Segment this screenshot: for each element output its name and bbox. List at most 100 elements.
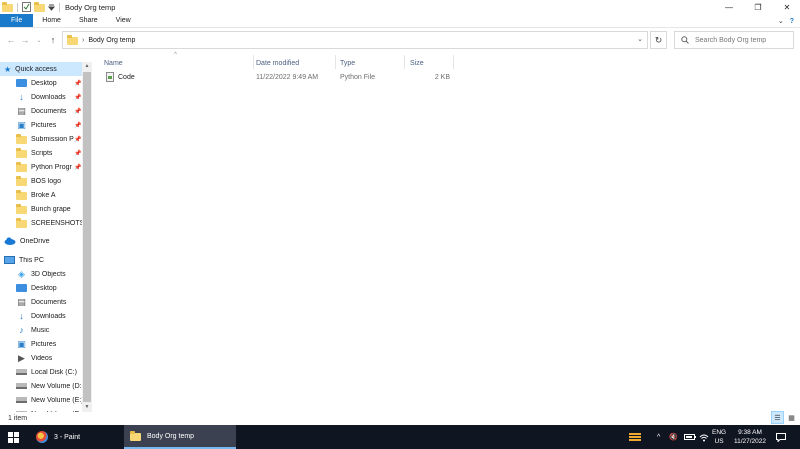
- column-separator[interactable]: [453, 55, 454, 69]
- expand-ribbon-icon[interactable]: ⌄: [778, 17, 784, 25]
- drive-icon: [16, 383, 27, 389]
- paint-icon: [36, 431, 48, 443]
- tab-share[interactable]: Share: [70, 14, 107, 27]
- breadcrumb-separator[interactable]: ›: [82, 37, 84, 44]
- sidebar-item-python-progr[interactable]: Python Progr 📌: [0, 160, 82, 174]
- file-type-cell: Python File: [340, 73, 376, 81]
- sidebar-item-onedrive[interactable]: OneDrive: [0, 234, 82, 248]
- sidebar-item-music[interactable]: ♪ Music: [0, 323, 82, 337]
- weather-icon[interactable]: [628, 425, 642, 449]
- sidebar-item-videos[interactable]: ▶ Videos: [0, 351, 82, 365]
- folder-icon: [16, 218, 27, 228]
- refresh-icon: ↻: [654, 34, 663, 45]
- up-arrow-icon[interactable]: ↑: [46, 30, 60, 50]
- pin-icon: 📌: [74, 94, 82, 101]
- column-header-size[interactable]: Size: [410, 55, 424, 71]
- address-bar[interactable]: › Body Org temp ⌄: [62, 31, 648, 49]
- details-view-button[interactable]: ☰: [771, 411, 784, 424]
- pin-icon: 📌: [74, 150, 82, 157]
- tab-file[interactable]: File: [0, 14, 34, 27]
- drive-icon: [16, 369, 27, 375]
- sidebar-item-new-volume-d[interactable]: New Volume (D:: [0, 379, 82, 393]
- folder-icon: [16, 134, 27, 144]
- navigation-pane: ★ Quick access Desktop 📌 ↓ Downloads 📌 ▤ Docum…: [0, 60, 92, 412]
- chevron-down-icon[interactable]: ⌄: [637, 35, 643, 43]
- scroll-down-arrow-icon[interactable]: ▼: [82, 403, 92, 412]
- sidebar-item-pictures[interactable]: ▣ Pictures 📌: [0, 118, 82, 132]
- search-placeholder: Search Body Org temp: [695, 36, 767, 44]
- input-language-indicator[interactable]: ENG US: [712, 428, 726, 446]
- file-date-cell: 11/22/2022 9:49 AM: [256, 73, 319, 81]
- table-row[interactable]: Code 11/22/2022 9:49 AM Python File 2 KB: [104, 70, 464, 84]
- sidebar-item-submission-p[interactable]: Submission P 📌: [0, 132, 82, 146]
- recent-locations-icon[interactable]: ⌄: [32, 30, 46, 50]
- tab-home[interactable]: Home: [33, 14, 70, 27]
- scroll-up-arrow-icon[interactable]: ▲: [82, 62, 92, 71]
- sidebar-item-scripts[interactable]: Scripts 📌: [0, 146, 82, 160]
- folder-icon: [16, 204, 27, 214]
- wifi-icon[interactable]: [699, 425, 709, 449]
- customize-toolbar-icon[interactable]: [48, 3, 55, 11]
- sort-ascending-icon: ^: [174, 52, 177, 58]
- folder-icon: [67, 35, 78, 45]
- new-folder-icon[interactable]: [34, 2, 45, 12]
- pin-icon: 📌: [74, 164, 82, 171]
- document-icon: ▤: [17, 105, 26, 116]
- sidebar-item-bos-logo[interactable]: BOS logo: [0, 174, 82, 188]
- back-arrow-icon[interactable]: ←: [4, 30, 18, 50]
- maximize-button[interactable]: ❐: [745, 0, 771, 14]
- ribbon-controls: ⌄ ?: [778, 14, 794, 28]
- sidebar-item-this-pc[interactable]: This PC: [0, 253, 82, 267]
- taskbar-item-explorer[interactable]: Body Org temp: [124, 425, 236, 449]
- desktop-icon: [16, 284, 27, 292]
- column-separator[interactable]: [253, 55, 254, 69]
- column-separator[interactable]: [335, 55, 336, 69]
- sidebar-item-desktop[interactable]: Desktop: [0, 281, 82, 295]
- file-list: ^ Name Date modified Type Size Code 11/2…: [96, 52, 800, 412]
- navigation-scrollbar[interactable]: ▲ ▼: [82, 62, 92, 412]
- quick-access-toolbar: [0, 0, 61, 14]
- system-clock[interactable]: 9:38 AM 11/27/2022: [728, 428, 772, 446]
- sidebar-item-documents[interactable]: ▤ Documents: [0, 295, 82, 309]
- details-view-icon: ☰: [774, 414, 781, 422]
- windows-start-icon[interactable]: [8, 432, 19, 443]
- column-separator[interactable]: [404, 55, 405, 69]
- sidebar-item-downloads[interactable]: ↓ Downloads: [0, 309, 82, 323]
- sidebar-item-local-disk-c[interactable]: Local Disk (C:): [0, 365, 82, 379]
- large-icons-view-button[interactable]: ▦: [785, 411, 798, 424]
- search-input[interactable]: Search Body Org temp: [674, 31, 794, 49]
- refresh-button[interactable]: ↻: [650, 31, 667, 49]
- computer-icon: [4, 256, 15, 264]
- download-icon: ↓: [19, 92, 24, 102]
- sidebar-item-new-volume-e[interactable]: New Volume (E:): [0, 393, 82, 407]
- drive-icon: [16, 397, 27, 403]
- sidebar-item-downloads[interactable]: ↓ Downloads 📌: [0, 90, 82, 104]
- scrollbar-thumb[interactable]: [83, 72, 91, 402]
- show-hidden-icons-icon[interactable]: ^: [657, 425, 660, 449]
- tab-view[interactable]: View: [107, 14, 140, 27]
- sidebar-item-quick-access[interactable]: ★ Quick access: [0, 62, 82, 76]
- help-icon[interactable]: ?: [790, 18, 794, 25]
- sidebar-item-3d-objects[interactable]: ◈ 3D Objects: [0, 267, 82, 281]
- notifications-icon[interactable]: [776, 425, 786, 449]
- sidebar-item-desktop[interactable]: Desktop 📌: [0, 76, 82, 90]
- column-header-type[interactable]: Type: [340, 55, 355, 71]
- volume-muted-icon[interactable]: 🔇: [669, 425, 678, 449]
- music-icon: ♪: [19, 325, 24, 335]
- forward-arrow-icon[interactable]: →: [18, 30, 32, 50]
- column-header-date[interactable]: Date modified: [256, 55, 299, 71]
- sidebar-item-broke-a[interactable]: Broke A: [0, 188, 82, 202]
- properties-icon[interactable]: [22, 2, 31, 12]
- column-header-name[interactable]: Name: [104, 55, 123, 71]
- taskbar-item-paint[interactable]: 3 - Paint: [30, 425, 120, 449]
- battery-icon[interactable]: [684, 425, 696, 449]
- sidebar-item-bunch-grape[interactable]: Bunch grape: [0, 202, 82, 216]
- window-title: Body Org temp: [65, 2, 116, 12]
- sidebar-item-pictures[interactable]: ▣ Pictures: [0, 337, 82, 351]
- breadcrumb-current[interactable]: Body Org temp: [88, 37, 135, 44]
- minimize-button[interactable]: —: [716, 0, 742, 14]
- sidebar-item-screenshots[interactable]: SCREENSHOTS: [0, 216, 82, 230]
- sidebar-item-documents[interactable]: ▤ Documents 📌: [0, 104, 82, 118]
- status-bar: 1 item: [0, 412, 800, 425]
- close-button[interactable]: ✕: [774, 0, 800, 14]
